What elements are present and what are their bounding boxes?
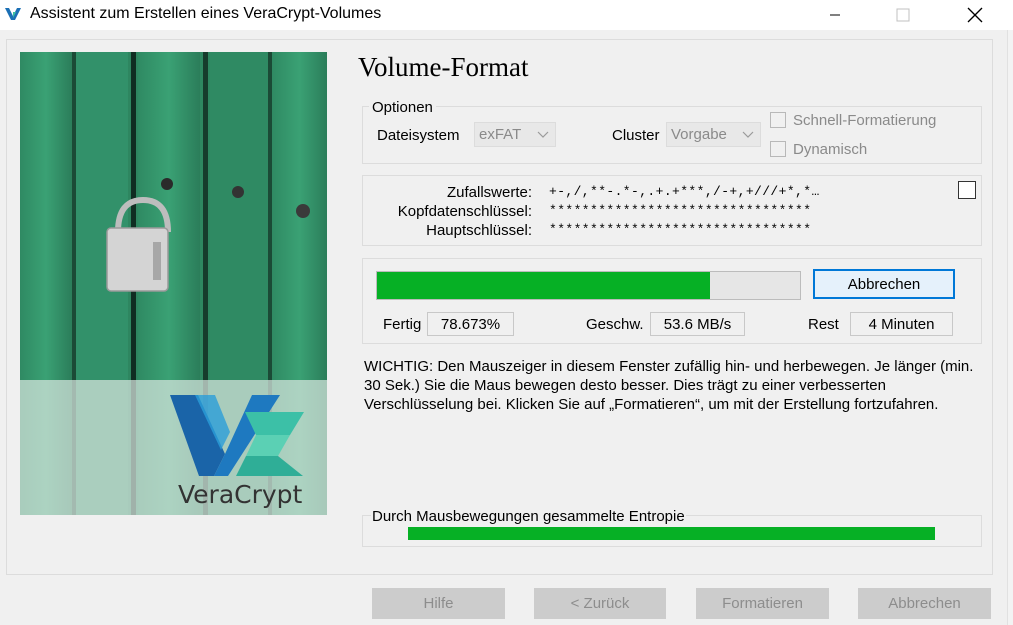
dynamic-label: Dynamisch xyxy=(793,141,868,158)
master-key-label: Hauptschlüssel: xyxy=(426,222,532,239)
remaining-label: Rest xyxy=(808,316,839,333)
entropy-label: Durch Mausbewegungen gesammelte Entropie xyxy=(371,508,686,525)
abort-button[interactable]: Abbrechen xyxy=(813,269,955,299)
quick-format-checkbox[interactable] xyxy=(770,112,786,128)
wizard-side-image: VeraCrypt xyxy=(20,52,327,515)
cluster-select-value: Vorgabe xyxy=(671,126,727,143)
remaining-value: 4 Minuten xyxy=(850,312,953,336)
dynamic-checkbox[interactable] xyxy=(770,141,786,157)
done-value: 78.673% xyxy=(427,312,514,336)
master-key-value: ******************************** xyxy=(549,222,812,237)
maximize-button[interactable] xyxy=(880,0,926,30)
minimize-icon xyxy=(830,14,840,16)
options-legend: Optionen xyxy=(369,99,436,116)
cluster-label: Cluster xyxy=(612,127,660,144)
minimize-button[interactable] xyxy=(812,0,858,30)
maximize-icon xyxy=(896,8,910,22)
cancel-button[interactable]: Abbrechen xyxy=(858,588,991,619)
veracrypt-app-icon xyxy=(4,5,22,23)
window-title: Assistent zum Erstellen eines VeraCrypt-… xyxy=(30,5,382,22)
window-edge xyxy=(1007,30,1013,625)
quick-format-label: Schnell-Formatierung xyxy=(793,112,937,129)
done-label: Fertig xyxy=(383,316,422,333)
random-pool-value: +-,/,**-.*-,.+.+***,/-+,+///+*,*… xyxy=(549,184,820,199)
info-text: WICHTIG: Den Mauszeiger in diesem Fenste… xyxy=(364,358,974,413)
show-keys-checkbox[interactable] xyxy=(958,181,976,199)
format-button[interactable]: Formatieren xyxy=(696,588,829,619)
entropy-bar xyxy=(408,527,935,540)
cluster-select[interactable]: Vorgabe xyxy=(666,122,761,147)
filesystem-label: Dateisystem xyxy=(377,127,460,144)
format-progress-bar xyxy=(376,271,801,300)
speed-value: 53.6 MB/s xyxy=(650,312,745,336)
entropy-fill xyxy=(408,527,935,540)
close-icon xyxy=(967,7,983,23)
help-button[interactable]: Hilfe xyxy=(372,588,505,619)
header-key-label: Kopfdatenschlüssel: xyxy=(397,203,532,220)
chevron-down-icon xyxy=(742,131,754,138)
header-key-value: ******************************** xyxy=(549,203,812,218)
page-title: Volume-Format xyxy=(358,52,529,82)
speed-label: Geschw. xyxy=(586,316,644,333)
random-pool-label: Zufallswerte: xyxy=(446,184,532,201)
back-button[interactable]: < Zurück xyxy=(534,588,666,619)
format-progress-fill xyxy=(377,272,710,299)
filesystem-select[interactable]: exFAT xyxy=(474,122,556,147)
svg-text:VeraCrypt: VeraCrypt xyxy=(178,480,303,509)
close-button[interactable] xyxy=(950,0,1000,30)
filesystem-select-value: exFAT xyxy=(479,126,522,143)
chevron-down-icon xyxy=(537,131,549,138)
